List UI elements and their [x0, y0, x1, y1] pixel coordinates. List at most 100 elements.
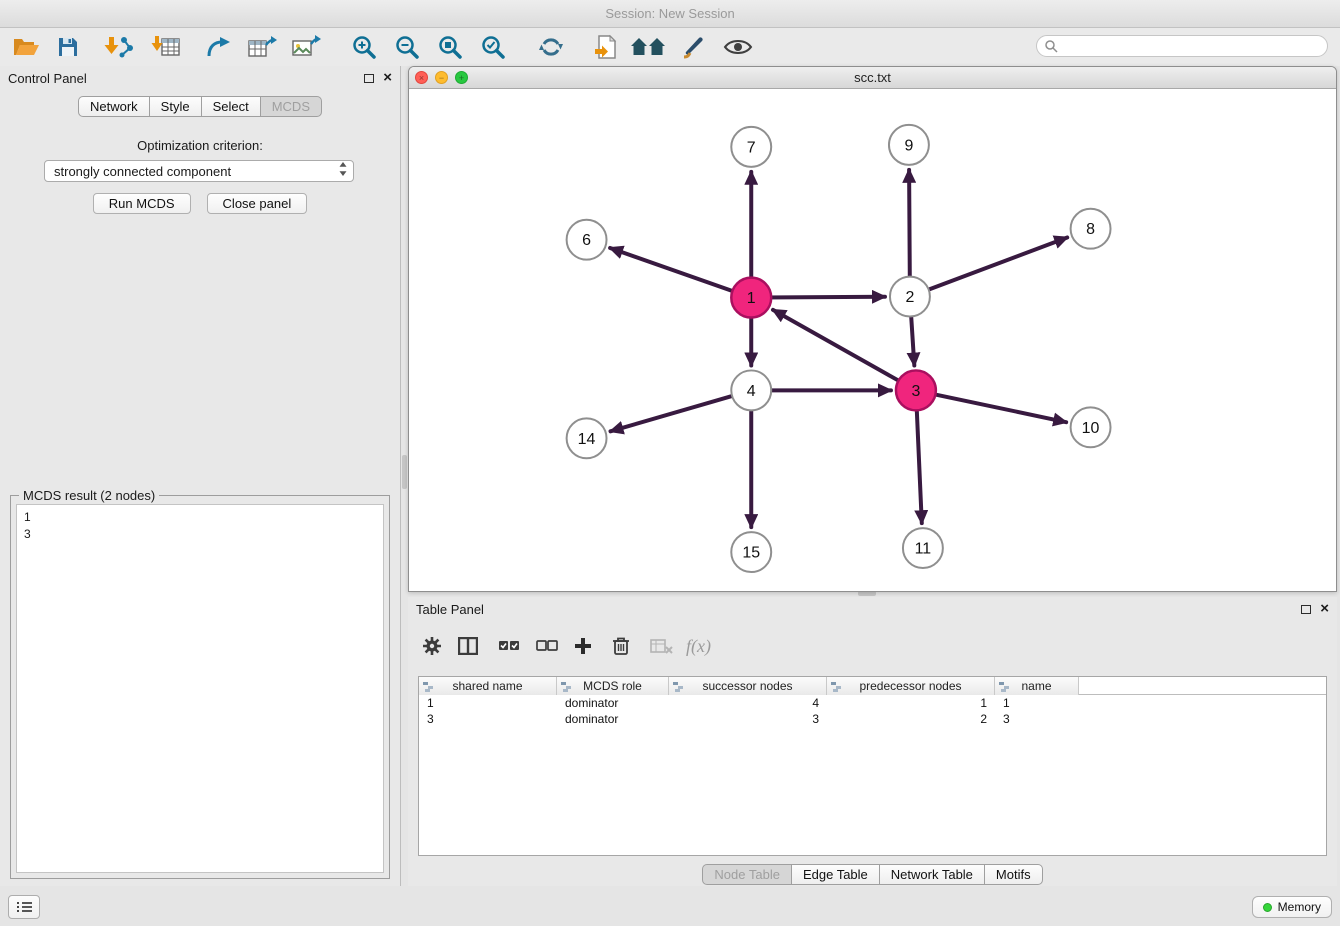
list-icon	[17, 901, 32, 913]
column-type-icon	[423, 681, 434, 695]
float-window-icon[interactable]	[1301, 605, 1311, 614]
split-panel-icon	[458, 637, 478, 655]
float-window-icon[interactable]	[364, 74, 374, 83]
unselect-all-columns-button[interactable]	[536, 633, 558, 659]
control-panel: Control Panel × Network Style Select MCD…	[0, 66, 401, 886]
table-row[interactable]: 3dominator323	[419, 711, 1326, 727]
control-panel-header: Control Panel ×	[0, 66, 400, 92]
open-session-button[interactable]	[8, 31, 44, 63]
zoom-fit-button[interactable]	[432, 31, 468, 63]
refresh-icon	[538, 35, 564, 59]
tab-motifs[interactable]: Motifs	[984, 864, 1043, 885]
table-panel-header: Table Panel ×	[408, 597, 1337, 623]
folder-open-icon	[12, 36, 40, 58]
tab-style[interactable]: Style	[149, 96, 202, 117]
column-type-icon	[999, 681, 1010, 695]
graph-edge-3-10[interactable]	[916, 390, 1066, 422]
node-table-body: 1dominator4113dominator323	[419, 695, 1326, 727]
save-session-button[interactable]	[50, 31, 86, 63]
refresh-button[interactable]	[533, 31, 569, 63]
graph-node-label: 2	[905, 289, 914, 306]
table-cell: 1	[995, 695, 1079, 711]
column-header-label: shared name	[452, 679, 522, 693]
table-cell: dominator	[557, 695, 669, 711]
import-network-button[interactable]	[100, 31, 136, 63]
chevron-updown-icon	[339, 162, 347, 181]
import-network-icon	[103, 35, 133, 59]
graph-node-label: 7	[747, 139, 756, 156]
column-header-successor-nodes[interactable]: successor nodes	[669, 677, 827, 695]
network-canvas[interactable]: 7968124314101511	[409, 89, 1336, 591]
new-network-icon	[205, 35, 231, 59]
new-table-button[interactable]	[244, 31, 280, 63]
optimization-criterion-label: Optimization criterion:	[0, 138, 400, 153]
delete-column-button[interactable]	[612, 633, 630, 659]
tab-node-table[interactable]: Node Table	[702, 864, 792, 885]
close-panel-button[interactable]: Close panel	[207, 193, 308, 214]
column-header-name[interactable]: name	[995, 677, 1079, 695]
table-settings-button[interactable]	[422, 633, 442, 659]
new-network-button[interactable]	[200, 31, 236, 63]
column-header-label: name	[1021, 679, 1051, 693]
import-table-button[interactable]	[148, 31, 184, 63]
export-image-button[interactable]	[288, 31, 324, 63]
search-icon	[1045, 40, 1058, 53]
tab-network[interactable]: Network	[78, 96, 150, 117]
column-type-icon	[831, 681, 842, 695]
table-panel: Table Panel × f(x) shared name	[408, 597, 1337, 887]
column-header-label: MCDS role	[583, 679, 642, 693]
minimize-window-button[interactable]: −	[435, 71, 448, 84]
close-panel-icon[interactable]: ×	[383, 71, 392, 85]
criterion-dropdown[interactable]: strongly connected component	[44, 160, 354, 182]
maximize-window-button[interactable]: +	[455, 71, 468, 84]
table-row[interactable]: 1dominator411	[419, 695, 1326, 711]
network-graph-svg[interactable]: 7968124314101511	[409, 89, 1336, 591]
tab-mcds[interactable]: MCDS	[260, 96, 322, 117]
column-header-mcds-role[interactable]: MCDS role	[557, 677, 669, 695]
graph-node-label: 14	[578, 431, 596, 448]
tab-network-table[interactable]: Network Table	[879, 864, 985, 885]
close-panel-icon[interactable]: ×	[1320, 602, 1329, 616]
search-input[interactable]	[1063, 39, 1319, 54]
mcds-result-list[interactable]: 1 3	[16, 504, 384, 873]
column-header-predecessor-nodes[interactable]: predecessor nodes	[827, 677, 995, 695]
grid-delete-icon	[650, 638, 673, 654]
zoom-out-button[interactable]	[389, 31, 425, 63]
zoom-fit-icon	[437, 34, 463, 60]
zoom-in-button[interactable]	[346, 31, 382, 63]
graph-node-label: 15	[742, 545, 760, 562]
delete-table-button[interactable]	[650, 633, 673, 659]
plus-icon	[574, 637, 592, 655]
fx-icon: f(x)	[686, 636, 711, 657]
graph-edge-3-1[interactable]	[773, 310, 916, 391]
vertical-splitter-handle[interactable]	[402, 455, 407, 489]
table-panel-title: Table Panel	[416, 602, 484, 617]
run-mcds-button[interactable]: Run MCDS	[93, 193, 191, 214]
table-cell: dominator	[557, 711, 669, 727]
add-column-button[interactable]	[574, 633, 592, 659]
search-box[interactable]	[1036, 35, 1328, 57]
task-history-button[interactable]	[8, 895, 40, 919]
table-cell: 2	[827, 711, 995, 727]
graph-edge-2-8[interactable]	[910, 237, 1067, 296]
function-builder-button[interactable]: f(x)	[686, 633, 711, 659]
graph-node-label: 11	[915, 541, 932, 558]
tab-edge-table[interactable]: Edge Table	[791, 864, 880, 885]
snapshot-icon	[594, 34, 618, 60]
zoom-selected-button[interactable]	[475, 31, 511, 63]
show-graphics-button[interactable]	[720, 31, 756, 63]
graph-node-label: 3	[911, 383, 920, 400]
select-all-columns-button[interactable]	[498, 633, 520, 659]
close-window-button[interactable]: ×	[415, 71, 428, 84]
graph-node-label: 4	[747, 383, 756, 400]
split-columns-button[interactable]	[458, 633, 478, 659]
memory-button[interactable]: Memory	[1252, 896, 1332, 918]
column-header-shared-name[interactable]: shared name	[419, 677, 557, 695]
home-button[interactable]	[630, 31, 666, 63]
column-header-label: predecessor nodes	[859, 679, 961, 693]
tab-select[interactable]: Select	[201, 96, 261, 117]
snapshot-button[interactable]	[588, 31, 624, 63]
graph-edge-1-6[interactable]	[610, 248, 751, 298]
style-wizard-button[interactable]	[676, 31, 712, 63]
graph-edge-4-14[interactable]	[611, 390, 752, 431]
